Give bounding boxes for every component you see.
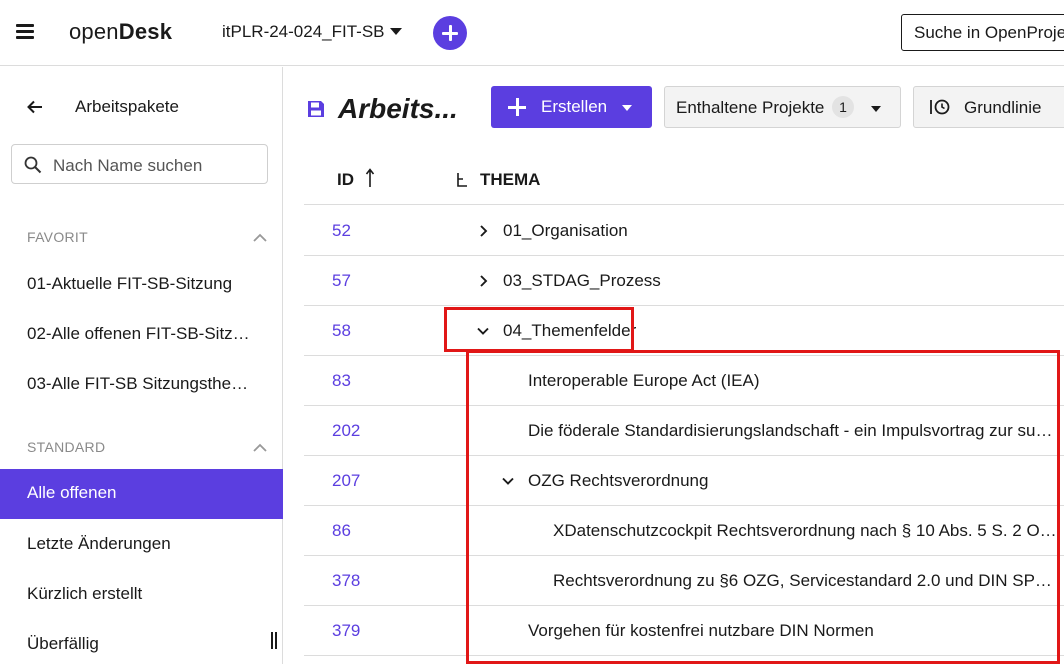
sidebar-item-alle-offenen[interactable]: Alle offenen [0,469,283,519]
table-row[interactable]: 379 Vorgehen für kostenfrei nutzbare DIN … [304,606,1064,656]
sidebar-item-ueberfaellig[interactable]: Überfällig [0,620,283,664]
chevron-down-icon[interactable] [477,325,489,337]
included-projects-label: Enthaltene Projekte [676,98,825,117]
sidebar-search-placeholder: Nach Name suchen [53,156,203,175]
chevron-up-icon[interactable] [253,443,267,452]
included-projects-button[interactable]: Enthaltene Projekte 1 [664,86,901,128]
row-subject[interactable]: Die föderale Standardisierungslandschaft… [528,421,1060,441]
row-id-link[interactable]: 52 [332,221,351,241]
add-circle-icon[interactable] [433,16,467,50]
logo-bold-part: Desk [118,19,173,44]
row-id-link[interactable]: 378 [332,571,360,591]
table-row[interactable]: 202 Die föderale Standardisierungslandsch… [304,406,1064,456]
baseline-label: Grundlinie [964,98,1042,117]
global-search-label: Suche in OpenProjekt [914,23,1064,42]
column-header-id[interactable]: ID [337,170,354,190]
sidebar-item-favorit-2[interactable]: 02-Alle offenen FIT-SB-Sitzungsthemen [0,310,283,360]
save-icon[interactable] [306,99,326,119]
projects-count-badge: 1 [832,96,854,118]
column-header-thema[interactable]: THEMA [480,170,540,190]
row-subject[interactable]: 01_Organisation [503,221,628,241]
project-name: itPLR-24-024_FIT-SB [222,22,385,41]
plus-icon [508,98,526,116]
chevron-right-icon[interactable] [477,225,489,237]
search-icon [24,156,42,174]
page-title: Arbeits... [338,93,458,124]
row-subject[interactable]: 03_STDAG_Prozess [503,271,661,291]
table-row[interactable]: 57 03_STDAG_Prozess [304,256,1064,306]
row-id-link[interactable]: 379 [332,621,360,641]
caret-down-icon [622,105,632,111]
sidebar-item-letzte-aenderungen[interactable]: Letzte Änderungen [0,520,283,570]
menu-icon[interactable] [16,24,34,40]
chevron-right-icon[interactable] [477,275,489,287]
sort-ascending-icon[interactable] [365,168,375,188]
table-header: ID THEMA [304,155,1064,205]
row-subject[interactable]: Interoperable Europe Act (IEA) [528,371,760,391]
table-row[interactable]: 86 XDatenschutzcockpit Rechtsverordnung n… [304,506,1064,556]
row-id-link[interactable]: 58 [332,321,351,341]
sidebar-search-input[interactable]: Nach Name suchen [11,144,268,184]
section-label-favorit: FAVORIT [27,229,88,245]
chevron-down-icon[interactable] [502,475,514,487]
sidebar: Arbeitspakete Nach Name suchen FAVORIT 0… [0,67,283,664]
table-row[interactable]: 58 04_Themenfelder [304,306,1064,356]
row-id-link[interactable]: 57 [332,271,351,291]
project-selector[interactable]: itPLR-24-024_FIT-SB [222,22,402,42]
arrow-left-icon [27,100,42,114]
table-row[interactable]: 378 Rechtsverordnung zu §6 OZG, Servicest… [304,556,1064,606]
create-button-label: Erstellen [541,97,608,116]
hierarchy-icon[interactable] [455,172,469,188]
opendesk-logo[interactable]: openDesk [69,19,172,45]
chevron-up-icon[interactable] [253,233,267,242]
row-id-link[interactable]: 202 [332,421,360,441]
row-subject[interactable]: OZG Rechtsverordnung [528,471,708,491]
create-button[interactable]: Erstellen [491,86,652,128]
sidebar-resize-handle[interactable] [271,632,277,649]
baseline-clock-icon [930,99,950,115]
main-content: Arbeits... Erstellen Enthaltene Projekte… [284,67,1064,664]
caret-down-icon [871,106,881,112]
caret-down-icon [389,27,402,35]
back-button[interactable]: Arbeitspakete [0,89,283,125]
global-search-input[interactable]: Suche in OpenProjekt [901,14,1064,51]
table-row[interactable]: 207 OZG Rechtsverordnung [304,456,1064,506]
row-subject[interactable]: Rechtsverordnung zu §6 OZG, Servicestand… [553,571,1060,591]
baseline-button[interactable]: Grundlinie [913,86,1064,128]
top-header: openDesk itPLR-24-024_FIT-SB Suche in Op… [0,0,1064,66]
row-id-link[interactable]: 207 [332,471,360,491]
logo-light-part: open [69,19,119,44]
row-id-link[interactable]: 83 [332,371,351,391]
sidebar-item-kuerzlich-erstellt[interactable]: Kürzlich erstellt [0,570,283,620]
sidebar-item-favorit-1[interactable]: 01-Aktuelle FIT-SB-Sitzung [0,260,283,310]
row-subject[interactable]: 04_Themenfelder [503,321,636,341]
table-row[interactable]: 52 01_Organisation [304,206,1064,256]
row-id-link[interactable]: 86 [332,521,351,541]
row-subject[interactable]: XDatenschutzcockpit Rechtsverordnung nac… [553,521,1060,541]
back-label: Arbeitspakete [75,97,179,116]
sidebar-item-favorit-3[interactable]: 03-Alle FIT-SB Sitzungsthemen [0,360,283,410]
section-label-standard: STANDARD [27,439,106,455]
table-row[interactable]: 83 Interoperable Europe Act (IEA) [304,356,1064,406]
row-subject[interactable]: Vorgehen für kostenfrei nutzbare DIN Nor… [528,621,874,641]
